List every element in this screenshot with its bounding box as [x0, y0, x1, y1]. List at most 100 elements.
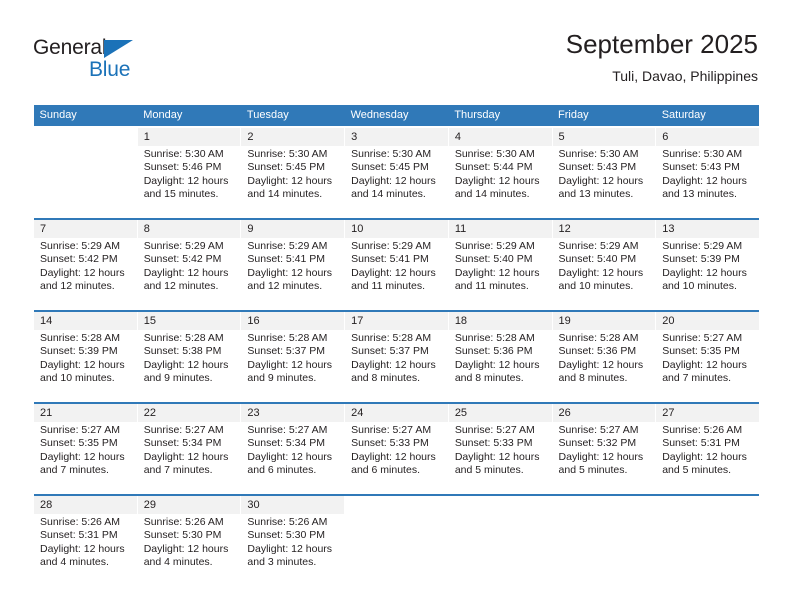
- weekday-header-sunday: Sunday: [33, 105, 138, 126]
- daylight-text-line1: Daylight: 12 hours: [351, 266, 436, 279]
- day-detail: Sunrise: 5:29 AM Sunset: 5:41 PM Dayligh…: [344, 238, 449, 310]
- day-number[interactable]: 1: [136, 128, 242, 146]
- day-number[interactable]: 18: [447, 312, 553, 330]
- day-number[interactable]: 3: [344, 128, 449, 146]
- daylight-text-line2: and 9 minutes.: [247, 372, 317, 385]
- daylight-text-line1: Daylight: 12 hours: [143, 174, 229, 187]
- day-detail: Sunrise: 5:28 AM Sunset: 5:37 PM Dayligh…: [240, 330, 346, 402]
- daylight-text-line1: Daylight: 12 hours: [558, 450, 644, 463]
- sunset-text: Sunset: 5:37 PM: [247, 345, 326, 358]
- day-number[interactable]: 13: [655, 220, 760, 238]
- day-number[interactable]: 25: [447, 404, 553, 422]
- day-number[interactable]: 26: [551, 404, 657, 422]
- day-detail: Sunrise: 5:26 AM Sunset: 5:31 PM Dayligh…: [33, 514, 138, 586]
- daylight-text-line2: and 10 minutes.: [662, 280, 737, 293]
- day-detail: Sunrise: 5:29 AM Sunset: 5:40 PM Dayligh…: [447, 238, 553, 310]
- day-detail: Sunrise: 5:26 AM Sunset: 5:30 PM Dayligh…: [136, 514, 242, 586]
- sunset-text: Sunset: 5:42 PM: [40, 253, 118, 266]
- day-number[interactable]: 28: [33, 496, 138, 514]
- week-5-details: Sunrise: 5:26 AM Sunset: 5:31 PM Dayligh…: [33, 514, 760, 586]
- page-title: September 2025: [565, 29, 758, 59]
- day-number[interactable]: 11: [447, 220, 553, 238]
- sunset-text: Sunset: 5:44 PM: [454, 161, 533, 174]
- day-number[interactable]: 24: [344, 404, 449, 422]
- page-header: General Blue September 2025 Tuli, Davao,…: [0, 0, 792, 104]
- calendar-body: 1 2 3 4 5 6 Sunrise: 5:30 AM Sunset: 5:4…: [33, 126, 760, 586]
- daylight-text-line1: Daylight: 12 hours: [247, 542, 333, 555]
- day-number[interactable]: 19: [551, 312, 657, 330]
- daylight-text-line2: and 8 minutes.: [454, 372, 524, 385]
- day-number[interactable]: 12: [551, 220, 657, 238]
- sunrise-text: Sunrise: 5:29 AM: [351, 240, 432, 252]
- day-number[interactable]: 5: [551, 128, 657, 146]
- daylight-text-line2: and 7 minutes.: [143, 464, 213, 477]
- day-number[interactable]: 9: [240, 220, 346, 238]
- sunset-text: Sunset: 5:33 PM: [351, 437, 429, 450]
- daylight-text-line1: Daylight: 12 hours: [454, 266, 540, 279]
- sunset-text: Sunset: 5:36 PM: [454, 345, 533, 358]
- daylight-text-line2: and 8 minutes.: [558, 372, 628, 385]
- day-number[interactable]: 15: [136, 312, 242, 330]
- weekday-header-tuesday: Tuesday: [240, 105, 345, 126]
- daylight-text-line2: and 5 minutes.: [558, 464, 628, 477]
- day-number[interactable]: 2: [240, 128, 346, 146]
- day-cell-empty: [447, 496, 553, 514]
- sunset-text: Sunset: 5:40 PM: [454, 253, 533, 266]
- daylight-text-line2: and 12 minutes.: [247, 280, 323, 293]
- day-number[interactable]: 10: [344, 220, 449, 238]
- daylight-text-line1: Daylight: 12 hours: [247, 358, 333, 371]
- day-detail-empty: [551, 514, 657, 586]
- sunrise-text: Sunrise: 5:28 AM: [351, 332, 432, 344]
- daylight-text-line2: and 5 minutes.: [454, 464, 524, 477]
- daylight-text-line2: and 14 minutes.: [454, 188, 530, 201]
- day-number[interactable]: 8: [136, 220, 242, 238]
- day-number[interactable]: 22: [136, 404, 242, 422]
- general-blue-logo[interactable]: General Blue: [33, 36, 163, 84]
- day-number[interactable]: 27: [655, 404, 760, 422]
- sunset-text: Sunset: 5:35 PM: [662, 345, 740, 358]
- sunrise-text: Sunrise: 5:26 AM: [143, 516, 224, 528]
- day-number[interactable]: 20: [655, 312, 760, 330]
- sunrise-text: Sunrise: 5:29 AM: [143, 240, 224, 252]
- day-detail: Sunrise: 5:26 AM Sunset: 5:30 PM Dayligh…: [240, 514, 346, 586]
- calendar-page: General Blue September 2025 Tuli, Davao,…: [0, 0, 792, 612]
- day-cell-empty: [655, 496, 760, 514]
- day-number[interactable]: 16: [240, 312, 346, 330]
- day-number[interactable]: 29: [136, 496, 242, 514]
- day-number[interactable]: 23: [240, 404, 346, 422]
- day-detail: Sunrise: 5:27 AM Sunset: 5:33 PM Dayligh…: [344, 422, 449, 494]
- day-number[interactable]: 21: [33, 404, 138, 422]
- day-detail: Sunrise: 5:29 AM Sunset: 5:40 PM Dayligh…: [551, 238, 657, 310]
- sunrise-text: Sunrise: 5:30 AM: [558, 148, 639, 160]
- daylight-text-line1: Daylight: 12 hours: [143, 542, 229, 555]
- day-cell-empty: [33, 128, 138, 146]
- day-detail: Sunrise: 5:29 AM Sunset: 5:42 PM Dayligh…: [33, 238, 138, 310]
- sunset-text: Sunset: 5:31 PM: [662, 437, 740, 450]
- sunrise-text: Sunrise: 5:28 AM: [143, 332, 224, 344]
- daylight-text-line2: and 4 minutes.: [40, 556, 109, 569]
- day-number[interactable]: 17: [344, 312, 449, 330]
- sunset-text: Sunset: 5:41 PM: [351, 253, 429, 266]
- day-number[interactable]: 30: [240, 496, 346, 514]
- sunset-text: Sunset: 5:30 PM: [143, 529, 222, 542]
- day-detail: Sunrise: 5:28 AM Sunset: 5:37 PM Dayligh…: [344, 330, 449, 402]
- day-number[interactable]: 14: [33, 312, 138, 330]
- sunrise-text: Sunrise: 5:28 AM: [40, 332, 120, 344]
- daylight-text-line2: and 12 minutes.: [40, 280, 115, 293]
- week-3-details: Sunrise: 5:28 AM Sunset: 5:39 PM Dayligh…: [33, 330, 760, 402]
- day-number[interactable]: 4: [447, 128, 553, 146]
- daylight-text-line1: Daylight: 12 hours: [40, 450, 125, 463]
- sunrise-text: Sunrise: 5:26 AM: [40, 516, 120, 528]
- sunset-text: Sunset: 5:34 PM: [247, 437, 326, 450]
- weekday-header-wednesday: Wednesday: [344, 105, 449, 126]
- sunset-text: Sunset: 5:34 PM: [143, 437, 222, 450]
- page-subtitle: Tuli, Davao, Philippines: [612, 68, 758, 84]
- sunset-text: Sunset: 5:39 PM: [40, 345, 118, 358]
- daylight-text-line1: Daylight: 12 hours: [247, 266, 333, 279]
- sunrise-text: Sunrise: 5:27 AM: [143, 424, 224, 436]
- day-number[interactable]: 7: [33, 220, 138, 238]
- day-number[interactable]: 6: [655, 128, 760, 146]
- sunrise-text: Sunrise: 5:28 AM: [558, 332, 639, 344]
- daylight-text-line1: Daylight: 12 hours: [454, 450, 540, 463]
- day-detail: Sunrise: 5:27 AM Sunset: 5:33 PM Dayligh…: [447, 422, 553, 494]
